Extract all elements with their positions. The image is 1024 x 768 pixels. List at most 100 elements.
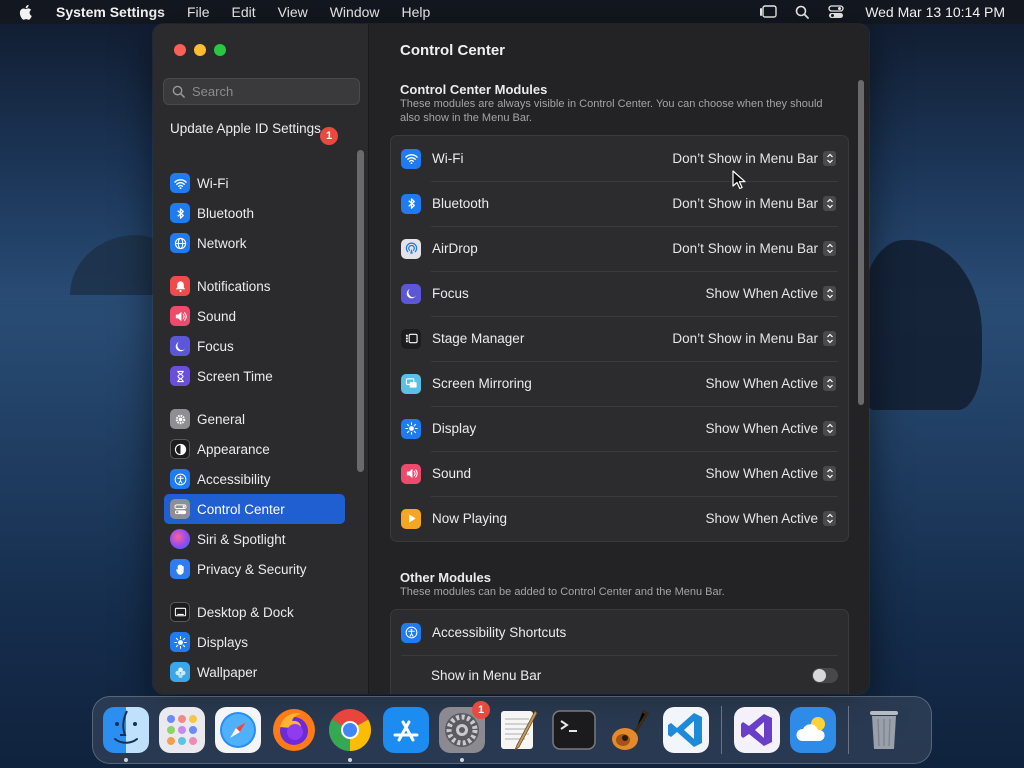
dock-app-store[interactable] <box>383 707 429 753</box>
menu-file[interactable]: File <box>176 0 221 24</box>
menu-bar-visibility-popup[interactable]: Show When Active <box>705 421 836 436</box>
dock-trash[interactable] <box>861 707 907 753</box>
module-label: AirDrop <box>432 241 478 256</box>
sidebar-item-notifications[interactable]: Notifications <box>164 271 345 301</box>
module-label: Stage Manager <box>432 331 525 346</box>
popup-value: Show When Active <box>705 511 818 526</box>
popup-value: Show When Active <box>705 421 818 436</box>
moon-icon <box>170 336 190 356</box>
sidebar-item-screen-time[interactable]: Screen Time <box>164 361 345 391</box>
dock-finder[interactable] <box>103 707 149 762</box>
zoom-window-button[interactable] <box>214 44 226 56</box>
show-in-menu-bar-toggle[interactable] <box>812 668 838 683</box>
main-scrollbar[interactable] <box>858 80 864 405</box>
sidebar-item-appearance[interactable]: Appearance <box>164 434 345 464</box>
sidebar-item-desktop-dock[interactable]: Desktop & Dock <box>164 597 345 627</box>
bell-icon <box>170 276 190 296</box>
menu-edit[interactable]: Edit <box>221 0 267 24</box>
menu-clock[interactable]: Wed Mar 13 10:14 PM <box>853 4 1024 20</box>
sidebar-item-network[interactable]: Network <box>164 228 345 258</box>
sidebar-scrollbar[interactable] <box>357 150 364 472</box>
menu-bar-visibility-popup[interactable]: Show When Active <box>705 286 836 301</box>
stage-manager-icon <box>401 328 421 349</box>
main-pane: Control Center Control Center Modules Th… <box>370 24 869 694</box>
control-center-status-icon[interactable] <box>819 0 853 24</box>
dock-chrome[interactable] <box>327 707 373 762</box>
module-row-now-playing: Now Playing Show When Active <box>391 496 848 541</box>
sidebar-item-accessibility[interactable]: Accessibility <box>164 464 345 494</box>
popup-value: Show When Active <box>705 286 818 301</box>
sidebar-item-label: Bluetooth <box>197 205 255 221</box>
close-window-button[interactable] <box>174 44 186 56</box>
dock-launchpad[interactable] <box>159 707 205 753</box>
apple-menu-icon[interactable] <box>18 4 34 20</box>
menu-view[interactable]: View <box>267 0 319 24</box>
globe-icon <box>170 233 190 253</box>
dock-textedit[interactable] <box>495 707 541 753</box>
dock-weather[interactable] <box>790 707 836 753</box>
module-label: Now Playing <box>432 511 508 526</box>
dock-vscode[interactable] <box>663 707 709 753</box>
menu-bar-visibility-popup[interactable]: Show When Active <box>705 466 836 481</box>
menu-bar-visibility-popup[interactable]: Show When Active <box>705 376 836 391</box>
menu-bar-visibility-popup[interactable]: Show When Active <box>705 511 836 526</box>
minimize-window-button[interactable] <box>194 44 206 56</box>
menu-help[interactable]: Help <box>391 0 442 24</box>
sidebar-item-label: Wallpaper <box>197 664 258 680</box>
speaker-icon <box>170 306 190 326</box>
module-label: Accessibility Shortcuts <box>432 625 567 640</box>
popup-value: Show When Active <box>705 376 818 391</box>
up-down-chevron-icon <box>823 196 836 211</box>
sidebar-item-displays[interactable]: Displays <box>164 627 345 657</box>
menu-bar-visibility-popup[interactable]: Don’t Show in Menu Bar <box>672 196 836 211</box>
up-down-chevron-icon <box>823 286 836 301</box>
sidebar-item-general[interactable]: General <box>164 404 345 434</box>
menu-bar-visibility-popup[interactable]: Don’t Show in Menu Bar <box>672 241 836 256</box>
search-input[interactable] <box>192 84 342 99</box>
menu-bar: System Settings File Edit View Window He… <box>0 0 1024 24</box>
dock-terminal[interactable] <box>551 707 597 753</box>
module-label: Sound <box>432 466 472 481</box>
sidebar-item-label: Control Center <box>197 501 285 517</box>
menu-window[interactable]: Window <box>319 0 391 24</box>
dock-visual-studio[interactable] <box>734 707 780 753</box>
dock-separator <box>848 706 849 754</box>
dock-garageband[interactable] <box>607 707 653 753</box>
sidebar-item-privacy-security[interactable]: Privacy & Security <box>164 554 345 584</box>
dock-safari[interactable] <box>215 707 261 753</box>
update-apple-id-settings[interactable]: Update Apple ID Settings <box>170 121 340 137</box>
module-row-screen-mirroring: Screen Mirroring Show When Active <box>391 361 848 406</box>
module-label: Display <box>432 421 477 436</box>
dock-system-settings[interactable]: 1 <box>439 701 490 762</box>
search-icon <box>172 85 185 98</box>
sidebar-item-label: Screen Time <box>197 368 273 384</box>
sidebar-item-control-center[interactable]: Control Center <box>164 494 345 524</box>
popup-value: Don’t Show in Menu Bar <box>672 331 818 346</box>
sidebar-item-siri-spotlight[interactable]: Siri & Spotlight <box>164 524 345 554</box>
chrome-icon <box>327 707 373 753</box>
sidebar-item-wifi[interactable]: Wi-Fi <box>164 168 345 198</box>
show-in-menu-bar-row: Show in Menu Bar <box>391 655 848 694</box>
module-row-display: Display Show When Active <box>391 406 848 451</box>
menu-bar-visibility-popup[interactable]: Don’t Show in Menu Bar <box>672 151 836 166</box>
menu-app-name[interactable]: System Settings <box>46 0 176 24</box>
spotlight-search-icon[interactable] <box>785 0 819 24</box>
sidebar-item-focus[interactable]: Focus <box>164 331 345 361</box>
modules-section-description: These modules are always visible in Cont… <box>400 98 823 124</box>
sidebar-item-sound[interactable]: Sound <box>164 301 345 331</box>
sidebar: Update Apple ID Settings 1 Wi-Fi Bluetoo… <box>153 24 369 694</box>
page-title: Control Center <box>400 42 505 59</box>
search-field[interactable] <box>163 78 360 105</box>
stage-manager-status-icon[interactable] <box>751 0 785 24</box>
sidebar-item-wallpaper[interactable]: Wallpaper <box>164 657 345 687</box>
mouse-cursor-icon <box>732 170 746 190</box>
siri-icon <box>170 529 190 549</box>
dock-firefox[interactable] <box>271 707 317 753</box>
up-down-chevron-icon <box>823 241 836 256</box>
module-row-accessibility-shortcuts: Accessibility Shortcuts <box>391 610 848 655</box>
running-indicator <box>124 758 128 762</box>
sidebar-item-bluetooth[interactable]: Bluetooth <box>164 198 345 228</box>
menu-bar-visibility-popup[interactable]: Don’t Show in Menu Bar <box>672 331 836 346</box>
flower-icon <box>170 662 190 682</box>
